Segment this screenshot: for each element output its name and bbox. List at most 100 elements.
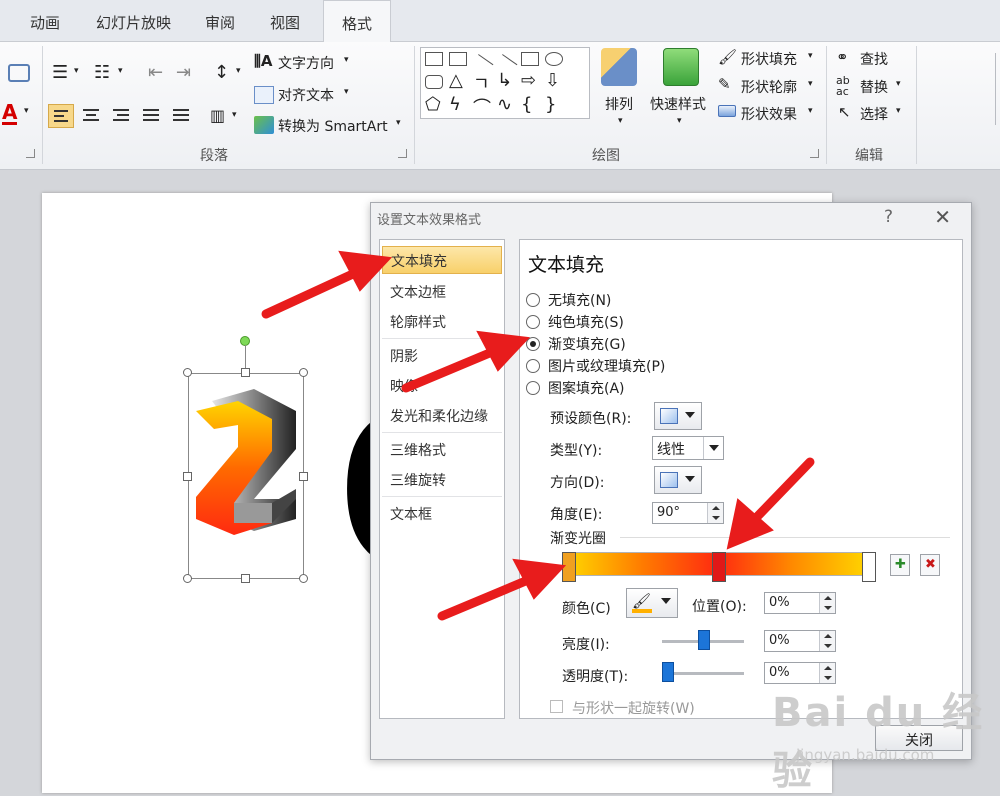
numbering-icon[interactable]: ☷ bbox=[94, 62, 110, 83]
dialog-launcher-icon[interactable] bbox=[26, 149, 35, 158]
smartart-icon[interactable] bbox=[254, 116, 274, 134]
chevron-down-icon[interactable]: ▾ bbox=[808, 51, 813, 61]
nav-item-text-box[interactable]: 文本框 bbox=[382, 500, 502, 528]
arc-shape-icon[interactable]: ⌒ bbox=[473, 94, 491, 120]
shapes-gallery[interactable]: △ ㄱ ↳ ⇨ ⇩ ⬠ ϟ ⌒ ∿ { } bbox=[420, 47, 996, 125]
radio-icon[interactable] bbox=[526, 359, 540, 373]
nav-item-3d-rotation[interactable]: 三维旋转 bbox=[382, 466, 502, 494]
radio-no-fill[interactable]: 无填充(N) bbox=[526, 290, 611, 310]
chevron-down-icon[interactable]: ▾ bbox=[118, 66, 123, 76]
quick-styles-button[interactable]: 快速样式 bbox=[650, 94, 706, 114]
gradient-stop-1[interactable] bbox=[562, 552, 576, 582]
nav-item-3d-format[interactable]: 三维格式 bbox=[382, 436, 502, 464]
textbox-shape-icon[interactable] bbox=[425, 52, 443, 66]
arrange-icon[interactable] bbox=[601, 48, 637, 86]
nav-item-outline-style[interactable]: 轮廓样式 bbox=[382, 308, 502, 336]
chevron-down-icon[interactable]: ▾ bbox=[236, 66, 241, 76]
add-gradient-stop-button[interactable]: ✚ bbox=[890, 554, 910, 576]
resize-handle[interactable] bbox=[183, 472, 192, 481]
chevron-down-icon[interactable]: ▾ bbox=[808, 79, 813, 89]
help-button[interactable]: ? bbox=[884, 207, 893, 227]
columns-icon[interactable]: ▥ bbox=[210, 106, 225, 125]
curve-shape-icon[interactable]: ∿ bbox=[497, 94, 512, 115]
brightness-slider-thumb[interactable] bbox=[698, 630, 710, 650]
arrange-button[interactable]: 排列 bbox=[605, 94, 633, 114]
resize-handle[interactable] bbox=[241, 368, 250, 377]
find-button[interactable]: 查找 bbox=[860, 49, 888, 69]
resize-handle[interactable] bbox=[299, 368, 308, 377]
radio-icon[interactable] bbox=[526, 381, 540, 395]
align-left-button[interactable] bbox=[48, 104, 74, 128]
radio-icon[interactable] bbox=[526, 293, 540, 307]
nav-item-text-outline[interactable]: 文本边框 bbox=[382, 278, 502, 306]
rounded-rect-icon[interactable] bbox=[425, 75, 443, 89]
chevron-down-icon[interactable]: ▾ bbox=[344, 55, 349, 65]
resize-handle[interactable] bbox=[183, 368, 192, 377]
chevron-down-icon[interactable]: ▾ bbox=[896, 106, 901, 116]
chevron-down-icon[interactable]: ▾ bbox=[396, 118, 401, 128]
chevron-down-icon[interactable]: ▾ bbox=[896, 79, 901, 89]
dialog-launcher-icon[interactable] bbox=[398, 149, 407, 158]
chevron-down-icon[interactable]: ▾ bbox=[618, 116, 623, 126]
cursor-icon[interactable]: ↖ bbox=[838, 103, 851, 121]
resize-handle[interactable] bbox=[299, 574, 308, 583]
elbow-arrow-icon[interactable]: ↳ bbox=[497, 70, 512, 91]
resize-handle[interactable] bbox=[241, 574, 250, 583]
transparency-slider-thumb[interactable] bbox=[662, 662, 674, 682]
spinner-arrows-icon[interactable] bbox=[819, 631, 835, 651]
resize-handle[interactable] bbox=[183, 574, 192, 583]
preset-colors-dropdown[interactable] bbox=[654, 402, 702, 430]
right-arrow-shape-icon[interactable]: ⇨ bbox=[521, 70, 536, 91]
angle-spinner[interactable]: 90° bbox=[652, 502, 724, 524]
select-button[interactable]: 选择 bbox=[860, 104, 888, 124]
tab-view[interactable]: 视图 bbox=[270, 12, 300, 33]
stop-color-dropdown[interactable]: 🖌 bbox=[626, 588, 678, 618]
clear-format-icon[interactable] bbox=[8, 64, 30, 82]
dialog-launcher-icon[interactable] bbox=[810, 149, 819, 158]
replace-button[interactable]: 替换 bbox=[860, 77, 888, 97]
tab-animation[interactable]: 动画 bbox=[30, 12, 60, 33]
text-direction-button[interactable]: 文字方向 bbox=[278, 53, 334, 73]
radio-icon[interactable] bbox=[526, 337, 540, 351]
chevron-down-icon[interactable]: ▾ bbox=[344, 87, 349, 97]
resize-handle[interactable] bbox=[299, 472, 308, 481]
direction-dropdown[interactable] bbox=[654, 466, 702, 494]
rotate-with-shape-checkbox[interactable] bbox=[550, 700, 563, 713]
distributed-button[interactable] bbox=[168, 104, 194, 128]
binoculars-icon[interactable]: ⚭ bbox=[836, 48, 849, 66]
quick-styles-icon[interactable] bbox=[663, 48, 699, 86]
shapes-gallery-scroll[interactable] bbox=[995, 53, 1000, 125]
lightning-shape-icon[interactable]: ϟ bbox=[449, 94, 461, 115]
text-direction-icon[interactable]: ⫼A bbox=[254, 52, 273, 70]
gradient-stop-3[interactable] bbox=[862, 552, 876, 582]
remove-gradient-stop-button[interactable]: ✖ bbox=[920, 554, 940, 576]
line-spacing-icon[interactable]: ↕ bbox=[214, 62, 229, 83]
nav-item-text-fill[interactable]: 文本填充 bbox=[382, 246, 502, 274]
nav-item-shadow[interactable]: 阴影 bbox=[382, 342, 502, 370]
decrease-indent-icon[interactable]: ⇤ bbox=[148, 62, 163, 83]
tab-format[interactable]: 格式 bbox=[323, 0, 392, 43]
chevron-down-icon[interactable]: ▾ bbox=[232, 110, 237, 120]
radio-gradient-fill[interactable]: 渐变填充(G) bbox=[526, 334, 626, 354]
shape-outline-button[interactable]: 形状轮廓 bbox=[741, 77, 797, 97]
pentagon-shape-icon[interactable]: ⬠ bbox=[425, 94, 441, 115]
type-select[interactable]: 线性 bbox=[652, 436, 724, 460]
rectangle-shape-icon[interactable] bbox=[521, 52, 539, 66]
down-arrow-shape-icon[interactable]: ⇩ bbox=[545, 70, 560, 91]
right-brace-icon[interactable]: } bbox=[545, 94, 556, 115]
shape-fill-button[interactable]: 形状填充 bbox=[741, 49, 797, 69]
position-spinner[interactable]: 0% bbox=[764, 592, 836, 614]
spinner-arrows-icon[interactable] bbox=[707, 503, 723, 523]
brightness-spinner[interactable]: 0% bbox=[764, 630, 836, 652]
align-center-button[interactable] bbox=[78, 104, 104, 128]
align-right-button[interactable] bbox=[108, 104, 134, 128]
selection-box[interactable] bbox=[188, 373, 304, 579]
radio-solid-fill[interactable]: 纯色填充(S) bbox=[526, 312, 624, 332]
shape-effects-icon[interactable] bbox=[718, 105, 736, 117]
nav-item-reflection[interactable]: 映像 bbox=[382, 372, 502, 400]
vertical-textbox-icon[interactable] bbox=[449, 52, 467, 66]
chevron-down-icon[interactable]: ▾ bbox=[74, 66, 79, 76]
replace-icon[interactable]: ab ac bbox=[836, 75, 850, 97]
spinner-arrows-icon[interactable] bbox=[819, 593, 835, 613]
chevron-down-icon[interactable]: ▾ bbox=[677, 116, 682, 126]
